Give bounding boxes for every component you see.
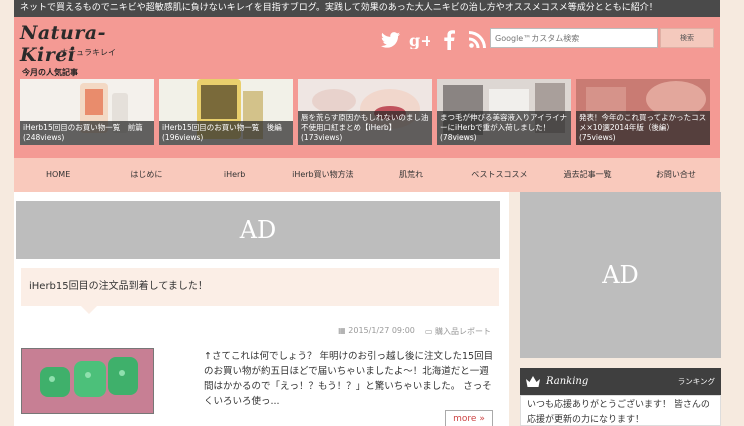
ad-banner[interactable]: AD [16, 201, 500, 259]
post-thumbnail[interactable] [21, 348, 154, 414]
logo-subtitle: ナチュラキレイ [60, 48, 116, 57]
nav-item-archive[interactable]: 過去記事一覧 [544, 158, 632, 192]
article-label: まつ毛が伸びる美容液入りアイライナーにiHerbで重が入荷しました！(78vie… [437, 111, 571, 145]
popular-article[interactable]: 唇を荒らす原因かもしれないのまし油不使用口紅まとめ【iHerb】(173view… [298, 79, 432, 145]
ranking-header: Ranking ランキング [520, 368, 721, 395]
main-nav: HOME はじめに iHerb iHerb買い物方法 肌荒れ ベストスコスメ 過… [14, 158, 720, 192]
crown-icon [526, 372, 540, 391]
google-plus-icon[interactable]: g+ [409, 29, 430, 50]
folder-icon: ▭ [424, 327, 435, 336]
social-links: g+ [380, 29, 488, 50]
nav-item-iherb-howto[interactable]: iHerb買い物方法 [279, 158, 367, 192]
facebook-icon[interactable] [438, 29, 459, 50]
ranking-text: いつも応援ありがとうございます！ 皆さんの応援が更新の力になります！ [520, 395, 721, 426]
popular-section-title: 今月の人気記事 [22, 68, 78, 77]
main-content: AD iHerb15回目の注文品到着してました！ ▦ 2015/1/27 09:… [14, 192, 509, 426]
nav-item-iherb[interactable]: iHerb [191, 158, 279, 192]
article-label: iHerb15回目のお買い物一覧 後編 (196views) [159, 121, 293, 145]
site-header: Natura-Kirei ナチュラキレイ g+ 検索 今月の人気記事 [14, 17, 720, 158]
post-date: ▦ 2015/1/27 09:00 [338, 326, 415, 335]
search-input[interactable] [490, 28, 658, 48]
site-description: ネットで買えるものでニキビや超敏感肌に負けないキレイを目指すブログ。実践して効果… [14, 0, 720, 17]
popular-articles: iHerb15回目のお買い物一覧 前篇 (248views) iHerb15回目… [20, 79, 710, 145]
popular-article[interactable]: iHerb15回目のお買い物一覧 後編 (196views) [159, 79, 293, 145]
nav-item-intro[interactable]: はじめに [102, 158, 190, 192]
article-label: 唇を荒らす原因かもしれないのまし油不使用口紅まとめ【iHerb】(173view… [298, 111, 432, 145]
article-label: 発表！今年のこれ買ってよかったコスメ×10選2014年版（後編）(75views… [576, 111, 710, 145]
popular-article[interactable]: 発表！今年のこれ買ってよかったコスメ×10選2014年版（後編）(75views… [576, 79, 710, 145]
nav-item-best-cosme[interactable]: ベストスコスメ [455, 158, 543, 192]
nav-item-skin-trouble[interactable]: 肌荒れ [367, 158, 455, 192]
calendar-icon: ▦ [338, 326, 349, 335]
logo-text: Natura-Kirei [20, 22, 106, 66]
popular-article[interactable]: iHerb15回目のお買い物一覧 前篇 (248views) [20, 79, 154, 145]
ranking-subtitle: ランキング [677, 377, 715, 386]
twitter-icon[interactable] [380, 29, 401, 50]
post-category[interactable]: ▭ 購入品レポート [425, 326, 491, 337]
post-title[interactable]: iHerb15回目の注文品到着してました！ [21, 268, 499, 314]
post-meta: ▦ 2015/1/27 09:00 ▭ 購入品レポート [338, 326, 491, 337]
article-label: iHerb15回目のお買い物一覧 前篇 (248views) [20, 121, 154, 145]
sidebar: AD Ranking ランキング いつも応援ありがとうございます！ 皆さんの応援… [520, 192, 721, 426]
nav-item-contact[interactable]: お問い合せ [632, 158, 720, 192]
nav-item-home[interactable]: HOME [14, 158, 102, 192]
search-box: 検索 [490, 28, 714, 48]
ranking-title: Ranking [546, 376, 589, 387]
more-button[interactable]: more » [445, 410, 493, 426]
svg-text:g+: g+ [409, 31, 430, 49]
site-logo[interactable]: Natura-Kirei ナチュラキレイ [20, 22, 150, 66]
thumbnail-image [22, 349, 153, 413]
search-button[interactable]: 検索 [660, 28, 714, 48]
post-excerpt: ↑さてこれは何でしょう？ 年明けのお引っ越し後に注文した15回目のお買い物が約五… [204, 351, 494, 407]
rss-icon[interactable] [467, 29, 488, 50]
sidebar-ad[interactable]: AD [520, 192, 721, 358]
popular-article[interactable]: まつ毛が伸びる美容液入りアイライナーにiHerbで重が入荷しました！(78vie… [437, 79, 571, 145]
